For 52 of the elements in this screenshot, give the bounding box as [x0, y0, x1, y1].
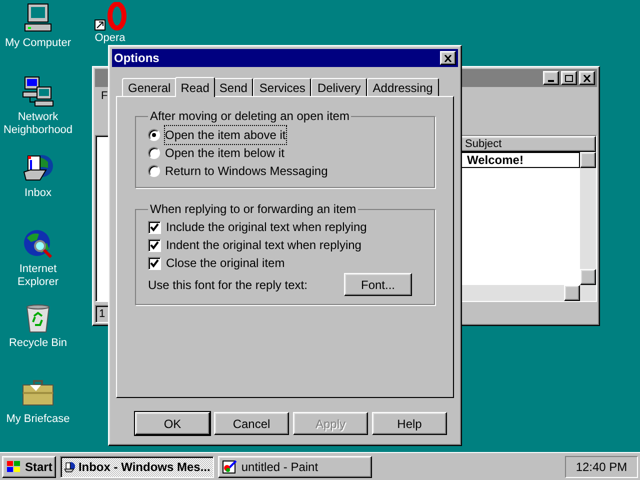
- checkbox-label[interactable]: Include the original text when replying: [166, 218, 367, 236]
- icon-label[interactable]: Opera: [94, 33, 126, 44]
- radio-button[interactable]: [148, 129, 160, 141]
- radio-label[interactable]: Return to Windows Messaging: [165, 162, 328, 180]
- start-button[interactable]: Start: [2, 456, 56, 478]
- group-title: After moving or deleting an open item: [149, 108, 350, 125]
- icon-label[interactable]: My Computer: [4, 37, 72, 50]
- icon-label[interactable]: My Briefcase: [6, 413, 70, 426]
- checkbox[interactable]: [148, 220, 161, 234]
- networked-computers-icon[interactable]: [22, 76, 54, 108]
- close-button[interactable]: [440, 51, 456, 65]
- radio-label[interactable]: Open the item above it: [165, 126, 286, 144]
- tab[interactable]: Read: [174, 77, 216, 97]
- checkbox-label[interactable]: Indent the original text when replying: [166, 236, 362, 254]
- maximize-icon: [565, 74, 573, 82]
- tab[interactable]: Delivery: [311, 78, 367, 96]
- icon-label[interactable]: Recycle Bin: [8, 337, 68, 350]
- tab[interactable]: Addressing: [366, 78, 439, 96]
- tab[interactable]: General: [122, 78, 177, 96]
- minimize-button[interactable]: [543, 71, 559, 85]
- tab[interactable]: Send: [213, 78, 254, 96]
- dialog-button[interactable]: Cancel: [214, 412, 289, 435]
- globe-magnifier-icon[interactable]: [22, 228, 54, 260]
- menu-item[interactable]: F: [101, 88, 108, 104]
- close-button[interactable]: [579, 71, 595, 85]
- letter-o-shortcut-icon[interactable]: [93, 2, 127, 32]
- tab[interactable]: Services: [253, 78, 312, 96]
- checkbox-label[interactable]: Close the original item: [166, 254, 285, 272]
- dialog-button[interactable]: OK: [135, 412, 210, 435]
- checkbox[interactable]: [148, 256, 161, 270]
- group-title: When replying to or forwarding an item: [149, 201, 358, 218]
- computer-icon[interactable]: [22, 2, 54, 34]
- clock: 12:40 PM: [565, 456, 638, 478]
- dialog-button[interactable]: Help: [372, 412, 447, 435]
- windows-logo-icon: [6, 460, 22, 474]
- maximize-button[interactable]: [561, 71, 577, 85]
- radio-button[interactable]: [148, 147, 160, 159]
- font-button[interactable]: Font...: [344, 273, 412, 296]
- radio-button[interactable]: [148, 165, 160, 177]
- icon-label[interactable]: Network Neighborhood: [0, 111, 76, 137]
- icon-label[interactable]: Inbox: [24, 187, 52, 200]
- close-icon: [583, 74, 591, 82]
- window-title: Options: [114, 50, 160, 67]
- font-label: Use this font for the reply text:: [148, 276, 308, 294]
- vertical-scrollbar[interactable]: [580, 152, 596, 285]
- icon-label[interactable]: Internet Explorer: [0, 263, 76, 289]
- radio-label[interactable]: Open the item below it: [165, 144, 284, 162]
- taskbar-button[interactable]: Inbox - Windows Mes...: [60, 456, 214, 478]
- close-icon: [444, 54, 452, 62]
- checkbox[interactable]: [148, 238, 161, 252]
- paint-brush-icon: [222, 458, 238, 474]
- taskbar-button[interactable]: untitled - Paint: [218, 456, 372, 478]
